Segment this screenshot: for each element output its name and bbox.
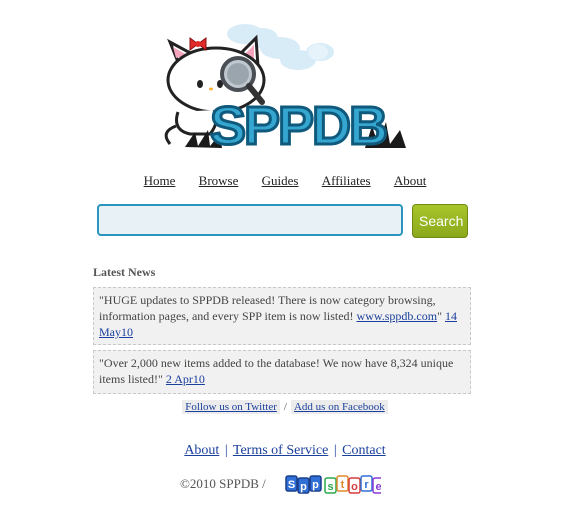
nav-home[interactable]: Home	[144, 173, 176, 188]
twitter-link[interactable]: Follow us on Twitter	[182, 400, 280, 414]
store-logo-letter: p	[297, 477, 310, 494]
svg-text:t: t	[341, 479, 345, 491]
footer-terms-link[interactable]: Terms of Service	[233, 443, 328, 458]
logo-text: SPPDB	[210, 96, 386, 156]
copyright: ©2010 SPPDB /	[180, 476, 266, 491]
footer-separator: |	[224, 443, 228, 458]
nav-guides[interactable]: Guides	[262, 173, 299, 188]
store-logo-letter: s	[324, 477, 337, 494]
svg-text:S: S	[288, 479, 295, 491]
footer-contact-link[interactable]: Contact	[342, 443, 386, 458]
svg-text:o: o	[351, 481, 358, 493]
spp-store-logo[interactable]: Sppstore	[285, 474, 381, 496]
nav-affiliates[interactable]: Affiliates	[322, 173, 371, 188]
news-source-link[interactable]: www.sppdb.com	[357, 309, 438, 323]
footer-about-link[interactable]: About	[184, 443, 219, 458]
footer-separator: |	[333, 443, 337, 458]
nav-browse[interactable]: Browse	[199, 173, 239, 188]
svg-text:s: s	[327, 481, 333, 493]
social-separator: /	[283, 401, 287, 413]
sppdb-logo[interactable]: SPPDB	[150, 22, 415, 160]
footer-links: About | Terms of Service | Contact	[0, 443, 570, 459]
svg-text:p: p	[300, 481, 307, 493]
store-logo-letter: S	[285, 475, 298, 492]
store-logo-letter: o	[348, 477, 361, 494]
svg-text:p: p	[312, 479, 319, 491]
store-logo-letter: e	[372, 477, 381, 494]
news-item: "Over 2,000 new items added to the datab…	[93, 350, 471, 394]
nav-about[interactable]: About	[394, 173, 427, 188]
facebook-link[interactable]: Add us on Facebook	[290, 400, 388, 414]
store-logo-letter: t	[336, 475, 349, 492]
svg-text:r: r	[364, 479, 369, 491]
latest-news-heading: Latest News	[93, 265, 156, 279]
news-text: "Over 2,000 new items added to the datab…	[99, 356, 454, 386]
search-button[interactable]: Search	[412, 204, 468, 238]
main-nav: Home Browse Guides Affiliates About	[0, 173, 570, 189]
svg-text:e: e	[375, 481, 381, 493]
news-item: "HUGE updates to SPPDB released! There i…	[93, 287, 471, 345]
social-links: Follow us on Twitter / Add us on Facebook	[0, 400, 570, 414]
store-logo-letter: p	[309, 475, 322, 492]
news-text-after: "	[437, 309, 445, 323]
store-logo-letter: r	[360, 475, 373, 492]
search-input[interactable]	[97, 204, 403, 236]
news-date-link[interactable]: 2 Apr10	[166, 372, 205, 386]
